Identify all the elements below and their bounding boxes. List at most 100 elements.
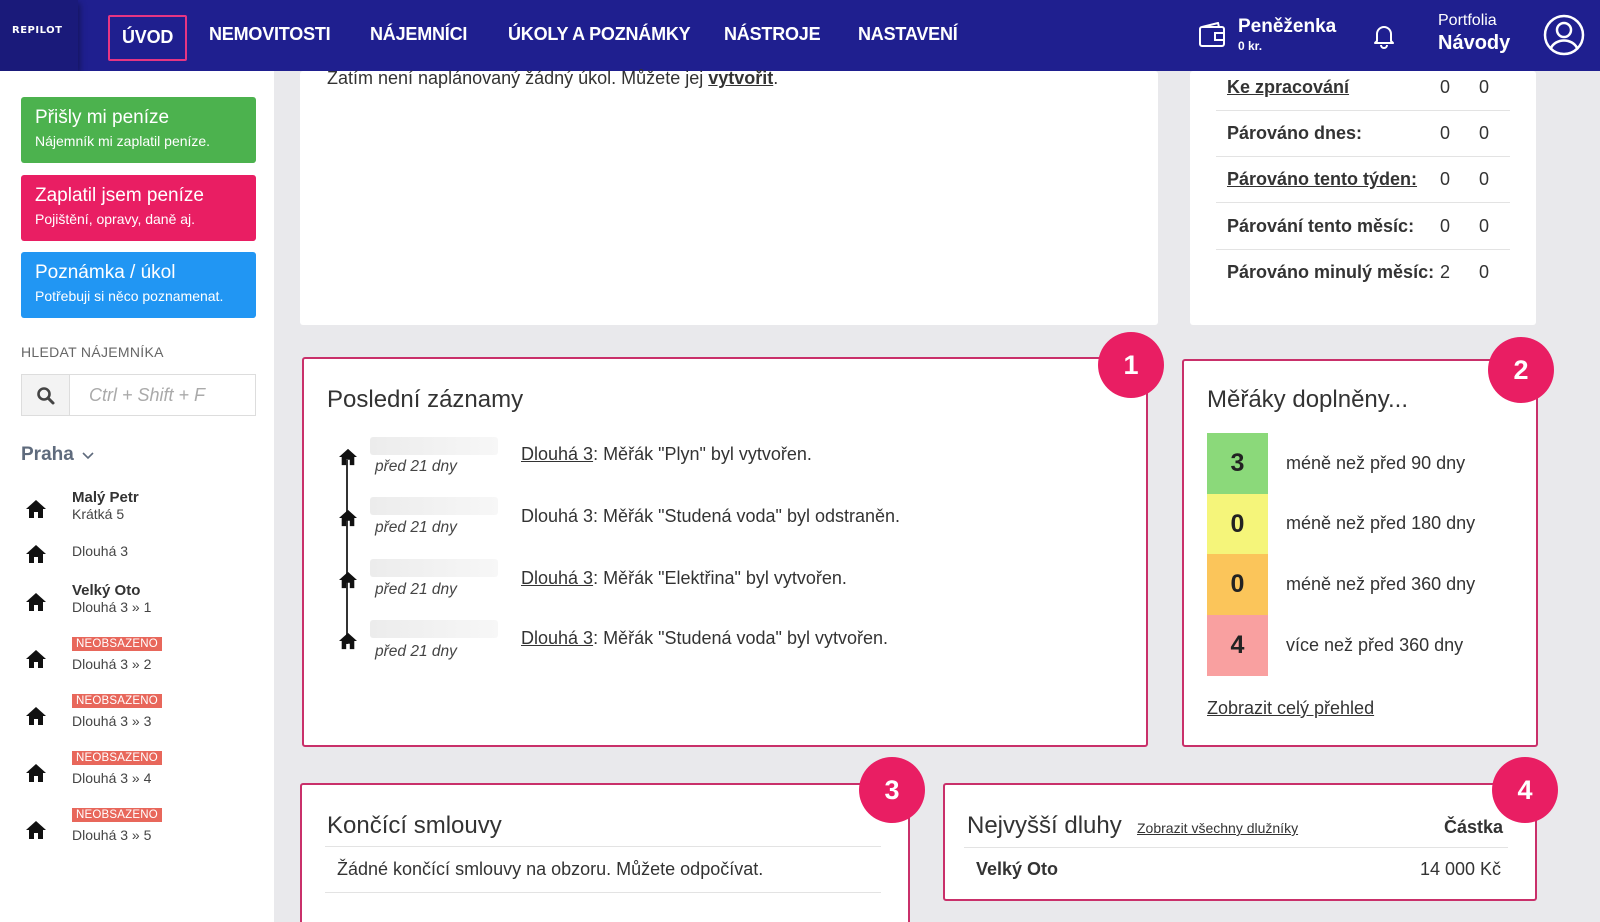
guides-label: Návody [1438,32,1511,54]
stat-value: 0 [1440,123,1451,143]
meter-label: více než před 360 dny [1286,635,1464,655]
blurred-author [370,620,498,638]
vacant-badge: NEOBSAZENO [72,808,162,822]
create-task-link[interactable]: vytvořit [708,68,773,88]
tenant-address: Dlouhá 3 » 5 [72,827,152,843]
tenant-name: Velký Oto [72,582,141,599]
nav-uvod[interactable]: ÚVOD [108,15,188,61]
timeline-line [346,460,348,644]
action-subtitle: Potřebuji si něco poznamenat. [35,288,224,304]
debtor-name[interactable]: Velký Oto [976,859,1058,880]
nav-nemovitosti[interactable]: NEMOVITOSTI [209,0,331,71]
wallet-icon [1199,22,1225,47]
action-subtitle: Nájemník mi zaplatil peníze. [35,133,211,149]
tenant-address: Dlouhá 3 » 1 [72,599,152,615]
home-icon [26,764,46,782]
nav-nastaveni[interactable]: NASTAVENÍ [858,0,958,71]
stat-value: 0 [1479,123,1490,143]
vacant-badge: NEOBSAZENO [72,694,162,708]
home-icon [26,821,46,839]
tenant-address: Dlouhá 3 » 3 [72,713,152,729]
blurred-author [370,559,498,577]
property-link[interactable]: Dlouhá 3 [521,568,593,588]
tenant-address: Dlouhá 3 [72,543,129,559]
action-title: Poznámka / úkol [35,262,176,283]
user-avatar-icon[interactable] [1543,14,1585,56]
tenant-item[interactable]: NEOBSAZENO Dlouhá 3 » 3 [21,694,261,740]
debts-title: Nejvyšší dluhy [967,812,1122,839]
stat-label-link[interactable]: Párováno tento týden: [1227,169,1417,190]
stat-value: 0 [1479,77,1490,97]
nav-nastroje[interactable]: NÁSTROJE [724,0,821,71]
stat-row: Párování tento měsíc: 0 0 [1216,204,1510,250]
tenant-item[interactable]: Malý Petr Krátká 5 [21,487,261,533]
meter-count: 0 [1207,494,1268,555]
stat-label-link[interactable]: Ke zpracování [1227,77,1349,98]
portfolio-label: Portfolia [1438,12,1497,29]
contracts-title: Končící smlouvy [327,812,502,839]
blurred-author [370,437,498,455]
nav-najemnici[interactable]: NÁJEMNÍCI [370,0,467,71]
tenant-item[interactable]: Velký Oto Dlouhá 3 » 1 [21,580,261,626]
tenant-address: Dlouhá 3 » 2 [72,656,152,672]
stat-value: 0 [1479,169,1490,189]
highest-debts-card [943,783,1537,901]
tenant-item[interactable]: Dlouhá 3 [21,532,261,578]
nav-ukoly[interactable]: ÚKOLY A POZNÁMKY [508,0,691,71]
portfolio-menu[interactable]: Portfolia Návody [1438,12,1510,55]
search-input[interactable] [71,375,255,415]
home-icon [26,545,46,563]
meter-label: méně než před 180 dny [1286,513,1476,533]
tenant-address: Krátká 5 [72,506,125,522]
record-date: před 21 dny [375,643,457,660]
tenant-search [21,374,256,416]
divider [325,892,881,893]
section-number-badge: 1 [1098,332,1164,398]
tasks-text-end: . [773,68,779,88]
tasks-empty-text: Zatím není naplánovaný žádný úkol. Můžet… [327,68,778,89]
record-text: Dlouhá 3: Měřák "Studená voda" byl odstr… [521,506,901,526]
city-label: Praha [21,444,74,465]
property-link[interactable]: Dlouhá 3 [521,628,593,648]
record-text: Dlouhá 3: Měřák "Elektřina" byl vytvořen… [521,568,847,589]
tenant-item[interactable]: NEOBSAZENO Dlouhá 3 » 4 [21,751,261,797]
stat-value: 0 [1479,216,1490,236]
wallet-amount: 0 kr. [1238,39,1263,53]
tenant-item[interactable]: NEOBSAZENO Dlouhá 3 » 2 [21,637,261,683]
property-link[interactable]: Dlouhá 3 [521,444,593,464]
note-task-button[interactable]: Poznámka / úkol Potřebuji si něco poznam… [21,252,256,318]
app-logo[interactable]: REPILOT [0,0,78,71]
show-all-debtors-link[interactable]: Zobrazit všechny dlužníky [1137,820,1298,836]
record-text-body: : Měřák "Plyn" byl vytvořen. [593,444,812,464]
tenant-item[interactable]: NEOBSAZENO Dlouhá 3 » 5 [21,808,261,854]
divider [964,847,1508,848]
wallet-button[interactable]: Peněženka 0 kr. [1198,12,1348,58]
meter-count: 0 [1207,554,1268,615]
money-paid-button[interactable]: Zaplatil jsem peníze Pojištění, opravy, … [21,175,256,241]
home-icon [339,509,357,527]
show-overview-link[interactable]: Zobrazit celý přehled [1207,698,1374,719]
stat-value: 0 [1479,262,1490,282]
amount-column-header: Částka [1444,817,1504,837]
stat-row: Párováno minulý měsíc: 2 0 [1216,250,1510,296]
search-icon-wrap[interactable] [22,375,70,415]
tenant-name: Malý Petr [72,489,139,506]
money-received-button[interactable]: Přišly mi peníze Nájemník mi zaplatil pe… [21,97,256,163]
home-icon [339,448,357,466]
bell-icon[interactable] [1370,22,1398,50]
action-subtitle: Pojištění, opravy, daně aj. [35,211,196,227]
home-icon [339,571,357,589]
blurred-author [370,497,498,515]
home-icon [26,593,46,611]
contracts-empty-text: Žádné končící smlouvy na obzoru. Můžete … [337,859,764,879]
city-dropdown[interactable]: Praha [21,444,94,466]
meter-count: 3 [1207,433,1268,494]
tasks-text: Zatím není naplánovaný žádný úkol. Můžet… [327,68,709,88]
record-text: Dlouhá 3: Měřák "Plyn" byl vytvořen. [521,444,812,465]
recent-records-title: Poslední záznamy [327,386,524,413]
tasks-card: Zatím není naplánovaný žádný úkol. Můžet… [300,68,1158,325]
meters-title: Měřáky doplněny... [1207,386,1408,413]
divider [325,846,881,847]
vacant-badge: NEOBSAZENO [72,637,162,651]
stat-value: 0 [1440,77,1451,97]
